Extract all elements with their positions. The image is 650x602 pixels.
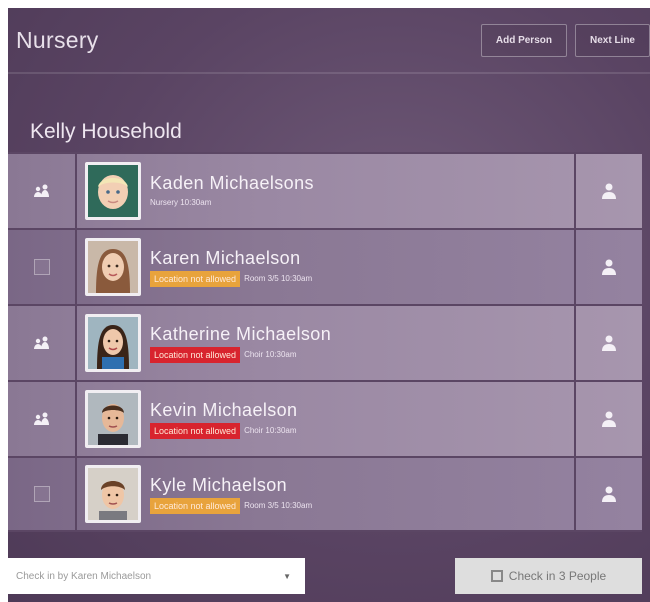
select-cell[interactable] <box>8 230 77 304</box>
status-badge: Location not allowed <box>150 423 241 439</box>
person-info: Kyle Michaelson Location not allowed Roo… <box>77 458 574 530</box>
person-action-cell[interactable] <box>574 154 642 228</box>
person-row[interactable]: Katherine Michaelson Location not allowe… <box>8 304 642 380</box>
person-icon[interactable] <box>600 334 618 352</box>
person-sub: Location not allowed Room 3/5 10:30am <box>150 271 312 287</box>
avatar <box>85 390 141 448</box>
checkbox-icon <box>490 570 503 582</box>
person-name: Karen Michaelson <box>150 248 301 268</box>
page-title: Nursery <box>16 26 99 53</box>
person-details: Katherine Michaelson Location not allowe… <box>150 323 331 363</box>
add-person-button[interactable]: Add Person <box>480 23 567 57</box>
avatar <box>85 314 141 372</box>
person-action-cell[interactable] <box>574 458 642 530</box>
person-room: Nursery 10:30am <box>150 198 212 207</box>
select-checkbox[interactable] <box>33 486 50 502</box>
person-info: Karen Michaelson Location not allowed Ro… <box>77 230 574 304</box>
select-cell[interactable] <box>8 382 77 456</box>
person-name: Katherine Michaelson <box>150 324 332 344</box>
person-row[interactable]: Kevin Michaelson Location not allowed Ch… <box>8 380 642 456</box>
avatar <box>85 465 141 523</box>
header-actions: Add Person Next Line <box>480 23 650 57</box>
select-checkbox[interactable] <box>33 259 50 275</box>
select-cell[interactable] <box>8 306 77 380</box>
person-row[interactable]: Kyle Michaelson Location not allowed Roo… <box>8 456 642 532</box>
family-check-icon <box>33 412 49 425</box>
person-sub: Location not allowed Room 3/5 10:30am <box>150 498 312 514</box>
person-action-cell[interactable] <box>574 230 642 304</box>
person-details: Kyle Michaelson Location not allowed Roo… <box>150 474 312 514</box>
person-sub: Location not allowed Choir 10:30am <box>150 347 331 363</box>
chevron-down-icon: ▼ <box>283 571 291 581</box>
person-action-cell[interactable] <box>574 306 642 380</box>
person-action-cell[interactable] <box>574 382 642 456</box>
family-check-icon <box>33 336 49 349</box>
household-name: Kelly Household <box>30 120 182 143</box>
checkin-button-label: Check in 3 People <box>508 569 607 583</box>
person-info: Kaden Michaelsons Nursery 10:30am <box>77 154 574 228</box>
status-badge: Location not allowed <box>150 271 241 287</box>
person-icon[interactable] <box>600 410 618 428</box>
person-name: Kevin Michaelson <box>150 400 298 420</box>
person-name: Kaden Michaelsons <box>150 173 314 193</box>
people-list: Kaden Michaelsons Nursery 10:30am Karen … <box>8 152 642 532</box>
person-room: Choir 10:30am <box>244 350 297 359</box>
person-room: Room 3/5 10:30am <box>244 274 313 283</box>
person-icon[interactable] <box>600 182 618 200</box>
status-badge: Location not allowed <box>150 498 241 514</box>
person-details: Kaden Michaelsons Nursery 10:30am <box>150 172 314 210</box>
select-cell[interactable] <box>8 154 77 228</box>
person-info: Kevin Michaelson Location not allowed Ch… <box>77 382 574 456</box>
person-info: Katherine Michaelson Location not allowe… <box>77 306 574 380</box>
person-name: Kyle Michaelson <box>150 475 288 495</box>
checkin-button[interactable]: Check in 3 People <box>455 558 642 594</box>
person-icon[interactable] <box>600 258 618 276</box>
footer: Check in by Karen Michaelson ▼ Check in … <box>8 558 642 594</box>
person-details: Karen Michaelson Location not allowed Ro… <box>150 247 312 287</box>
person-row[interactable]: Kaden Michaelsons Nursery 10:30am <box>8 152 642 228</box>
person-sub: Location not allowed Choir 10:30am <box>150 423 297 439</box>
person-room: Choir 10:30am <box>244 426 297 435</box>
person-sub: Nursery 10:30am <box>150 196 314 210</box>
person-row[interactable]: Karen Michaelson Location not allowed Ro… <box>8 228 642 304</box>
status-badge: Location not allowed <box>150 347 241 363</box>
header: Nursery Add Person Next Line <box>8 8 650 74</box>
person-icon[interactable] <box>600 485 618 503</box>
family-check-icon <box>33 184 49 197</box>
person-details: Kevin Michaelson Location not allowed Ch… <box>150 399 297 439</box>
select-cell[interactable] <box>8 458 77 530</box>
next-line-button[interactable]: Next Line <box>574 23 650 57</box>
avatar <box>85 162 141 220</box>
checkin-by-select[interactable]: Check in by Karen Michaelson ▼ <box>8 558 305 594</box>
checkin-by-value: Check in by Karen Michaelson <box>16 570 152 582</box>
person-room: Room 3/5 10:30am <box>244 501 313 510</box>
avatar <box>85 238 141 296</box>
